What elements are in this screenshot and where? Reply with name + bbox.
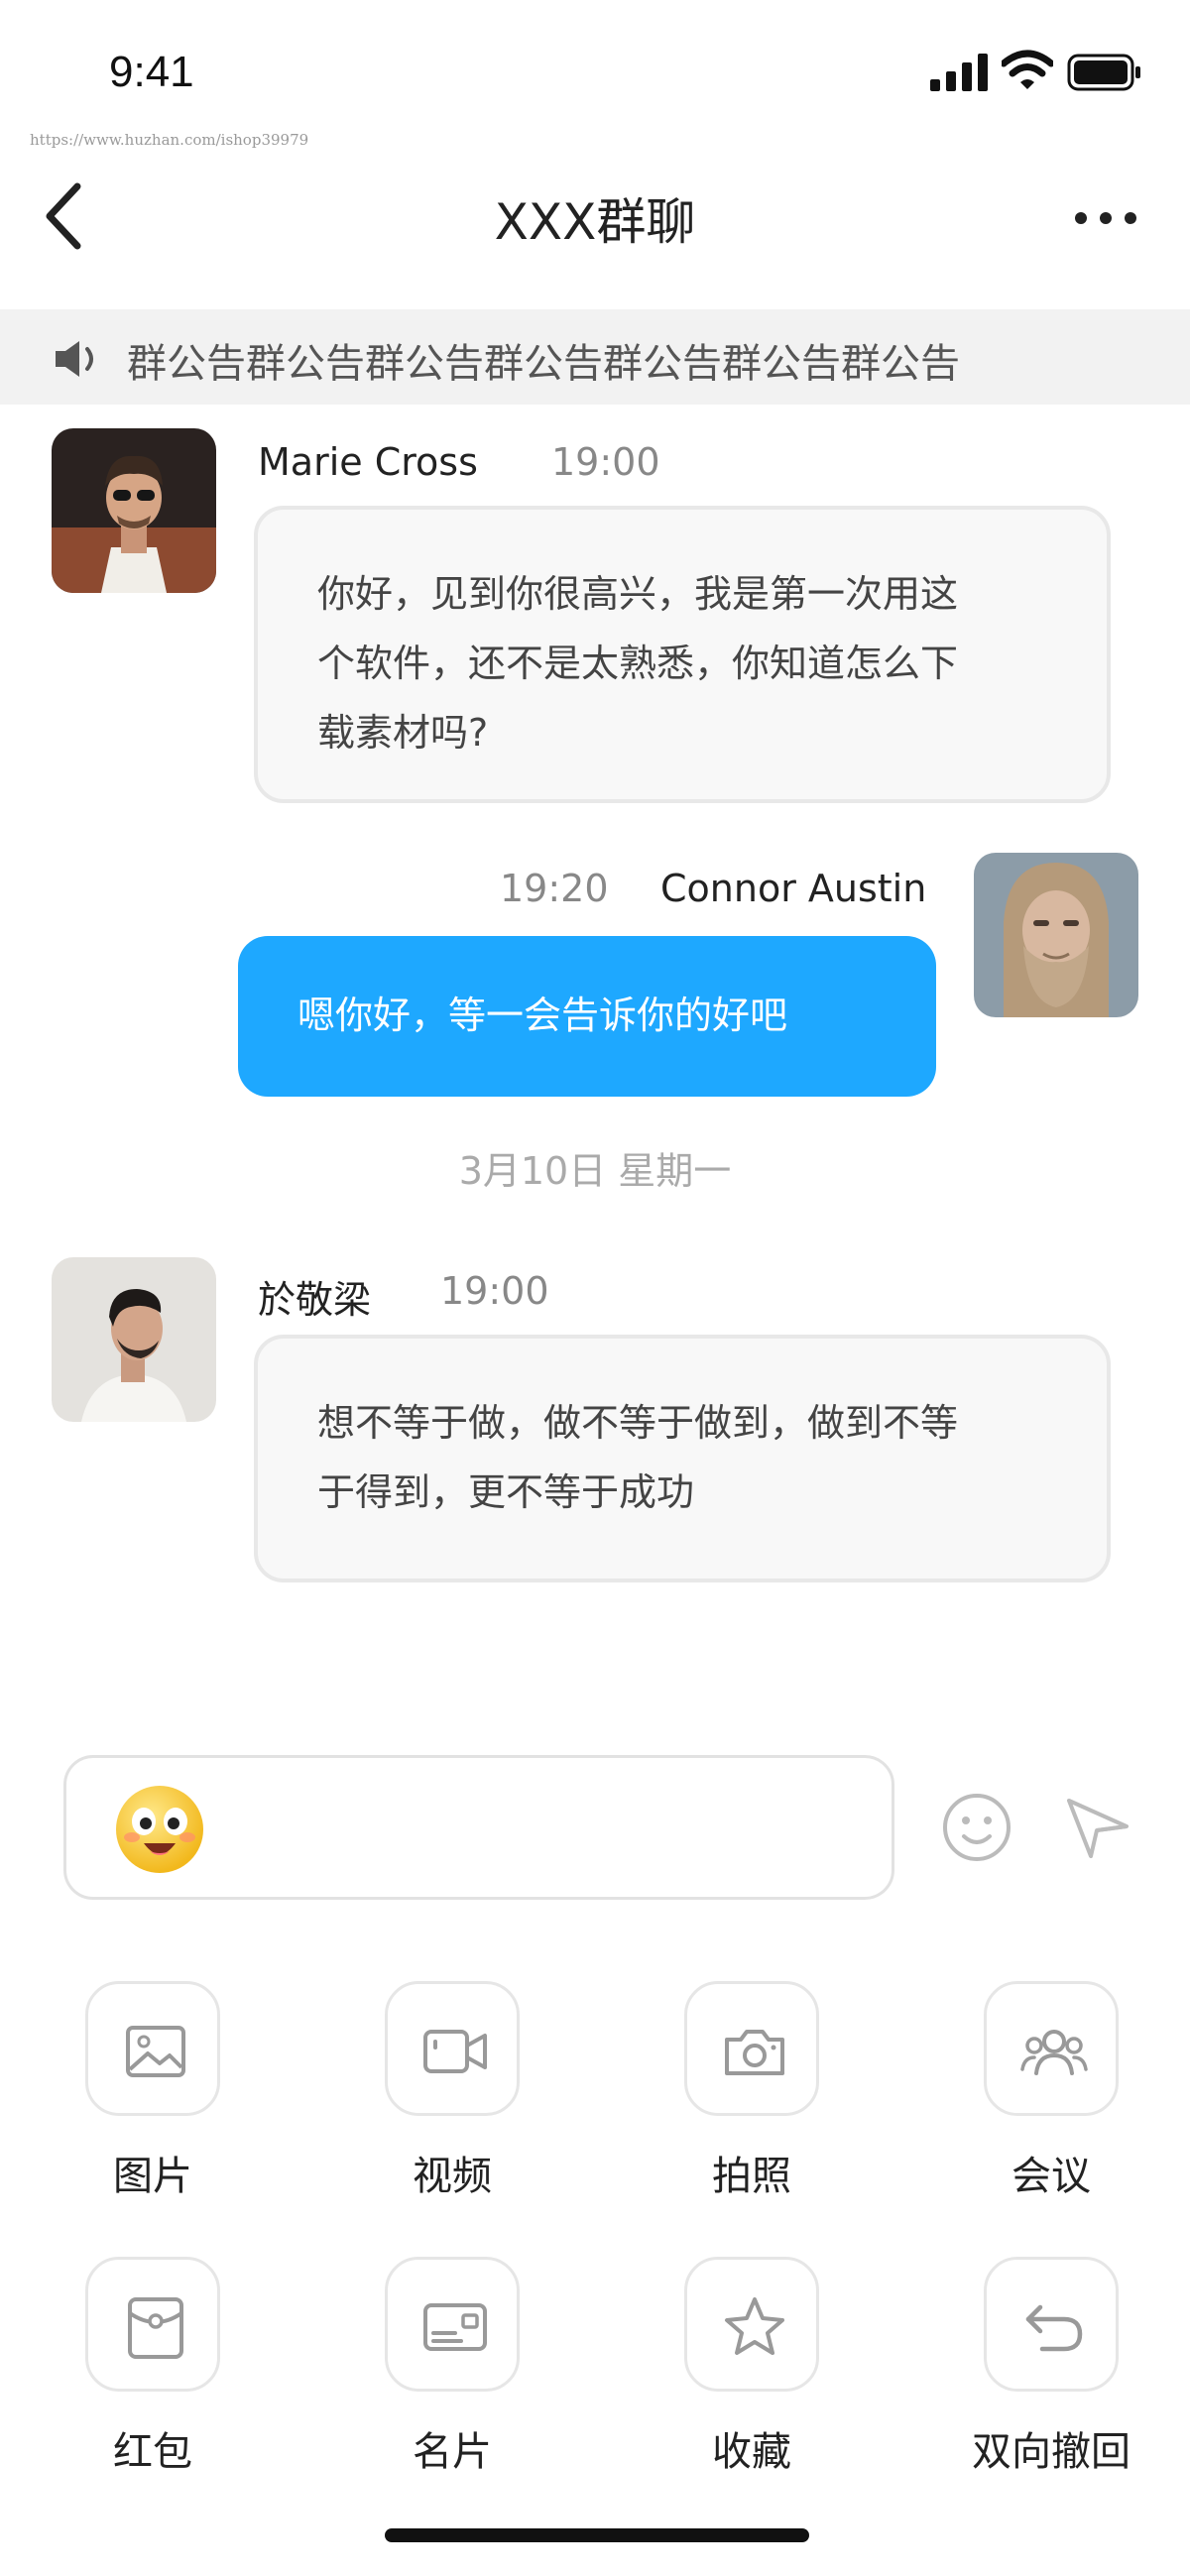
tool-label: 双向撤回 [972,2429,1130,2475]
group-announcement[interactable]: 群公告群公告群公告群公告群公告群公告群公告 [0,309,1190,405]
tool-label: 会议 [1012,2154,1091,2199]
tool-label: 图片 [113,2154,192,2199]
tool-camera-button[interactable] [684,1981,819,2116]
video-icon [423,2030,487,2073]
tool-video-button[interactable] [385,1981,520,2116]
watermark-url: https://www.huzhan.com/ishop39979 [30,131,309,149]
emoji-sticker-icon [116,1786,203,1873]
card-icon [423,2303,487,2351]
battery-icon [1067,54,1140,91]
announcement-text: 群公告群公告群公告群公告群公告群公告群公告 [127,341,960,387]
send-icon[interactable] [1061,1791,1134,1864]
status-time: 9:41 [109,48,194,96]
status-bar: 9:41 [0,0,1190,149]
message-text: 你好，见到你很高兴，我是第一次用这 个软件，还不是太熟悉，你知道怎么下 载素材吗… [317,559,1057,767]
message-input[interactable] [63,1755,894,1900]
meeting-icon [1020,2030,1088,2075]
message-line: 个软件，还不是太熟悉，你知道怎么下 [317,642,959,685]
sender-name: Marie Cross [258,440,478,484]
smile-icon[interactable] [940,1791,1013,1864]
speaker-icon [56,341,93,377]
message-time: 19:00 [551,440,660,484]
tool-red-packet-button[interactable] [85,2257,220,2392]
tool-red-packet[interactable]: 红包 [54,2257,252,2515]
message-time: 19:00 [440,1269,549,1313]
message-bubble-outgoing[interactable]: 嗯你好，等一会告诉你的好吧 [238,936,936,1097]
avatar-yu-jingliang[interactable] [52,1257,216,1422]
more-icon[interactable] [1071,198,1140,238]
message-line: 想不等于做，做不等于做到，做到不等 [317,1401,959,1445]
tool-favorite-button[interactable] [684,2257,819,2392]
tool-label: 拍照 [712,2154,791,2199]
message-time: 19:20 [500,867,609,910]
message-text: 想不等于做，做不等于做到，做到不等 于得到，更不等于成功 [317,1388,1057,1527]
home-indicator[interactable] [385,2528,809,2542]
page-title: XXX群聊 [494,193,696,251]
message-line: 你好，见到你很高兴，我是第一次用这 [317,572,959,616]
avatar-marie-cross[interactable] [52,428,216,593]
message-bubble[interactable]: 你好，见到你很高兴，我是第一次用这 个软件，还不是太熟悉，你知道怎么下 载素材吗… [254,506,1111,803]
tool-meeting-button[interactable] [984,1981,1119,2116]
undo-icon [1025,2304,1083,2352]
nav-bar: XXX群聊 [0,159,1190,307]
avatar-connor-austin[interactable] [974,853,1138,1017]
tool-label: 视频 [413,2154,492,2199]
camera-icon [725,2030,784,2075]
tool-video[interactable]: 视频 [353,1981,551,2239]
sender-name: Connor Austin [660,867,927,910]
message-bubble[interactable]: 想不等于做，做不等于做到，做到不等 于得到，更不等于成功 [254,1335,1111,1582]
message-line: 于得到，更不等于成功 [317,1470,695,1514]
message-text: 嗯你好，等一会告诉你的好吧 [298,994,788,1037]
signal-icon [930,54,988,91]
image-icon [126,2026,185,2077]
tool-image-button[interactable] [85,1981,220,2116]
tool-recall[interactable]: 双向撤回 [952,2257,1150,2515]
message-line: 载素材吗? [317,711,489,755]
chevron-left-icon[interactable] [40,176,89,256]
tool-camera[interactable]: 拍照 [653,1981,851,2239]
tool-favorite[interactable]: 收藏 [653,2257,851,2515]
tool-card[interactable]: 名片 [353,2257,551,2515]
tool-meeting[interactable]: 会议 [952,1981,1150,2239]
tool-label: 收藏 [712,2429,791,2475]
tool-label: 红包 [113,2429,192,2475]
tool-image[interactable]: 图片 [54,1981,252,2239]
sender-name: 於敬梁 [258,1278,372,1322]
star-icon [725,2297,784,2355]
tool-recall-button[interactable] [984,2257,1119,2392]
red-packet-icon [128,2297,183,2359]
tool-card-button[interactable] [385,2257,520,2392]
tool-label: 名片 [413,2429,492,2475]
wifi-icon [1002,50,1053,89]
date-divider: 3月10日 星期一 [458,1149,732,1193]
